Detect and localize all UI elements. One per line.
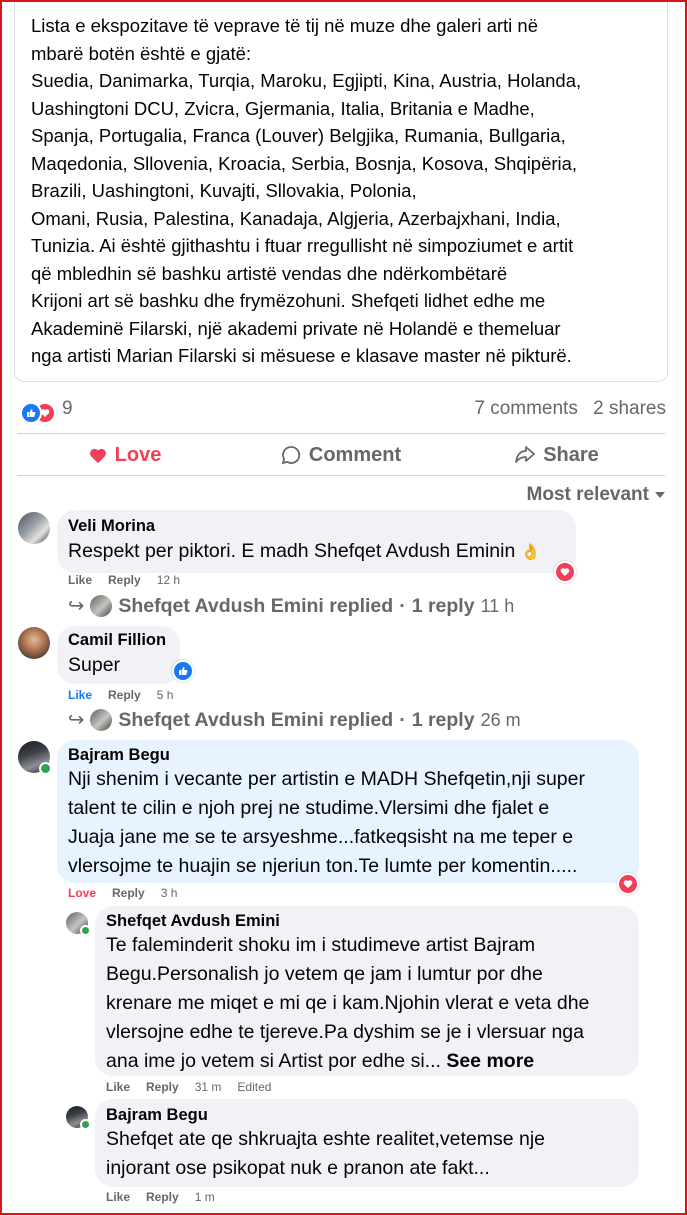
reply-text-line: vlersojne edhe te tjereve.Pa dyshim se j…: [106, 1021, 584, 1043]
online-status-icon: [80, 925, 91, 936]
comment-meta: Like Reply 5 h: [68, 688, 173, 702]
edited-label: Edited: [237, 1080, 272, 1094]
reply-meta: Like Reply 31 m Edited: [106, 1080, 271, 1094]
action-bar: Love Comment Share: [17, 437, 665, 473]
heart-icon: [89, 448, 106, 463]
reply-count: 1 reply: [411, 594, 475, 617]
reaction-count[interactable]: 9: [62, 398, 73, 420]
reply-text-line: krenare me miqet e mi qe i kam.Njohin vl…: [106, 992, 590, 1014]
reply-timestamp[interactable]: 31 m: [195, 1080, 222, 1094]
like-link[interactable]: Like: [68, 688, 92, 702]
view-replies-link[interactable]: ↪ Shefqet Avdush Emini replied · 1 reply…: [68, 708, 521, 732]
love-button-label: Love: [114, 443, 162, 466]
sort-label: Most relevant: [526, 484, 649, 505]
comment-meta: Love Reply 3 h: [68, 886, 177, 900]
online-status-icon: [80, 1119, 91, 1130]
avatar[interactable]: [18, 627, 50, 659]
comment-text-body: Respekt per piktori. E madh Shefqet Avdu…: [68, 540, 516, 562]
comment-timestamp[interactable]: 5 h: [157, 688, 174, 702]
divider: [17, 475, 665, 476]
ok-hand-emoji: 👌: [520, 544, 541, 561]
reply-text-line: Begu.Personalish jo vetem qe jam i lumtu…: [106, 963, 543, 985]
reply-meta: Like Reply 1 m: [106, 1190, 215, 1204]
comment-button-label: Comment: [308, 443, 402, 466]
comment-author[interactable]: Veli Morina: [68, 517, 155, 536]
reply-link[interactable]: Reply: [146, 1080, 179, 1094]
comment-author[interactable]: Bajram Begu: [68, 746, 170, 765]
reply-text-line: Te faleminderit shoku im i studimeve art…: [106, 934, 536, 956]
comment-text: Nji shenim i vecante per artistin e MADH…: [68, 765, 585, 881]
separator-dot: ·: [399, 708, 406, 731]
chevron-down-icon: [655, 491, 665, 498]
share-button[interactable]: Share: [449, 437, 665, 473]
comment-author[interactable]: Camil Fillion: [68, 631, 166, 650]
like-link[interactable]: Like: [106, 1080, 130, 1094]
replied-text: Shefqet Avdush Emini replied: [118, 708, 394, 731]
love-button[interactable]: Love: [17, 437, 233, 473]
reaction-icons[interactable]: [20, 402, 60, 424]
reply-author[interactable]: Shefqet Avdush Emini: [106, 912, 280, 931]
avatar: [90, 709, 113, 731]
separator-dot: ·: [399, 594, 406, 617]
comment-icon: [281, 446, 300, 465]
comment-text-line: talent te cilin e njoh prej ne studime.V…: [68, 797, 550, 819]
like-link[interactable]: Like: [68, 573, 92, 587]
comment-text-line: vlersojme te huajin se njeriun ton.Te lu…: [68, 855, 578, 877]
reply-author[interactable]: Bajram Begu: [106, 1106, 208, 1125]
reply-timestamp[interactable]: 1 m: [195, 1190, 215, 1204]
reply-time: 26 m: [480, 709, 521, 730]
like-link[interactable]: Like: [106, 1190, 130, 1204]
reply-link[interactable]: Reply: [108, 573, 141, 587]
reply-text: Te faleminderit shoku im i studimeve art…: [106, 931, 589, 1076]
reply-arrow-icon: ↪: [68, 709, 85, 731]
reply-time: 11 h: [480, 595, 515, 616]
reply-text-line-body: ana ime jo vetem si Artist por edhe si..…: [106, 1050, 441, 1072]
like-badge[interactable]: [172, 660, 194, 682]
comment-text-line: Nji shenim i vecante per artistin e MADH…: [68, 768, 585, 790]
reply-arrow-icon: ↪: [68, 595, 85, 617]
reply-text: Shefqet ate qe shkruajta eshte realitet,…: [106, 1125, 545, 1183]
share-button-label: Share: [543, 443, 599, 466]
post-stats: 9 7 comments 2 shares: [20, 398, 666, 424]
reply-text-line: Shefqet ate qe shkruajta eshte realitet,…: [106, 1128, 546, 1150]
avatar: [90, 595, 113, 617]
see-more-link[interactable]: See more: [446, 1050, 534, 1072]
comment-timestamp[interactable]: 3 h: [161, 886, 178, 900]
replied-text: Shefqet Avdush Emini replied: [118, 594, 394, 617]
comment-timestamp[interactable]: 12 h: [157, 573, 180, 587]
comment-button[interactable]: Comment: [233, 437, 449, 473]
reply-link[interactable]: Reply: [146, 1190, 179, 1204]
reply-count: 1 reply: [411, 708, 475, 731]
online-status-icon: [39, 762, 52, 775]
reply-link[interactable]: Reply: [112, 886, 145, 900]
love-badge[interactable]: [554, 561, 576, 583]
like-reaction-icon: [20, 402, 42, 424]
divider: [17, 433, 665, 434]
comment-text: Respekt per piktori. E madh Shefqet Avdu…: [68, 537, 541, 567]
comment-text: Super: [68, 654, 121, 676]
comment-text-line: Juaja jane me se te arsyeshme...fatkeqsi…: [68, 826, 574, 848]
share-icon: [515, 446, 536, 463]
reply-text-line: ana ime jo vetem si Artist por edhe si..…: [106, 1047, 589, 1076]
post-text: Lista e ekspozitave të veprave të tij në…: [31, 15, 582, 366]
comment-sort-dropdown[interactable]: Most relevant: [527, 484, 665, 506]
comments-count[interactable]: 7 comments: [474, 398, 577, 419]
view-replies-link[interactable]: ↪ Shefqet Avdush Emini replied · 1 reply…: [68, 594, 514, 618]
shares-count[interactable]: 2 shares: [593, 398, 666, 419]
reply-text-line: injorant ose psikopat nuk e pranon ate f…: [106, 1157, 490, 1179]
avatar[interactable]: [18, 512, 50, 544]
stats-right: 7 comments 2 shares: [464, 398, 666, 420]
love-badge[interactable]: [617, 873, 639, 895]
comment-meta: Like Reply 12 h: [68, 573, 180, 587]
love-link[interactable]: Love: [68, 886, 96, 900]
reply-link[interactable]: Reply: [108, 688, 141, 702]
